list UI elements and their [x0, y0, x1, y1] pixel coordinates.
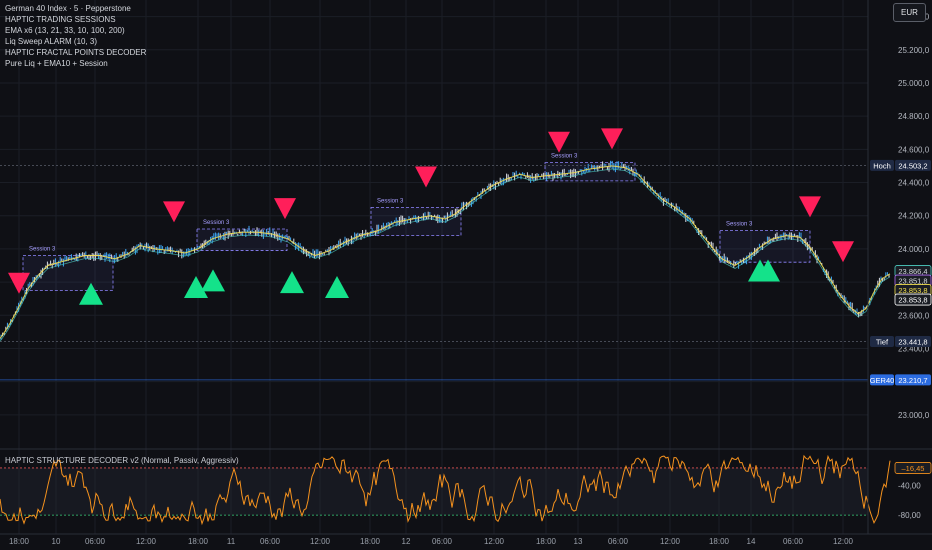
session-label: Session 3 [203, 220, 230, 226]
x-tick-label: 18:00 [360, 537, 381, 546]
price-tag-value: 23.441,8 [898, 338, 927, 347]
x-tick-label: 06:00 [432, 537, 453, 546]
price-tag-value: 24.503,2 [898, 161, 927, 170]
x-tick-label: 18:00 [9, 537, 30, 546]
y-tick-label: 25.000,0 [898, 79, 930, 88]
indicator-liq-sweep[interactable]: Liq Sweep ALARM (10, 3) [5, 36, 146, 47]
x-tick-label: 14 [747, 537, 756, 546]
symbol-title[interactable]: German 40 Index · 5 · Pepperstone [5, 3, 146, 14]
price-chart[interactable]: 18:00 10 06:00 12:00 18:00 11 06:00 12:00 18:00 1… [0, 0, 932, 550]
y-tick-label: 24.800,0 [898, 112, 930, 121]
indicator-sessions[interactable]: HAPTIC TRADING SESSIONS [5, 14, 146, 25]
osc-value-tag: –16,45 [902, 464, 925, 473]
x-tick-label: 11 [227, 537, 236, 546]
osc-tick-label: -40,00 [898, 481, 921, 490]
price-tag-label: GER40 [870, 376, 895, 385]
price-tag-value: 23.210,7 [898, 376, 927, 385]
x-tick-label: 06:00 [783, 537, 804, 546]
price-tag-value: 23.853,8 [898, 296, 927, 305]
x-tick-label: 18:00 [709, 537, 730, 546]
x-tick-label: 10 [52, 537, 61, 546]
y-tick-label: 23.600,0 [898, 311, 930, 320]
y-tick-label: 23.000,0 [898, 411, 930, 420]
x-tick-label: 12:00 [660, 537, 681, 546]
x-tick-label: 18:00 [536, 537, 557, 546]
oscillator-band [0, 467, 868, 516]
indicator-pure-liq[interactable]: Pure Liq + EMA10 + Session [5, 58, 146, 69]
x-tick-label: 12:00 [310, 537, 331, 546]
session-label: Session 3 [377, 198, 404, 204]
y-tick-label: 24.600,0 [898, 145, 930, 154]
x-tick-label: 12:00 [833, 537, 854, 546]
x-tick-label: 12 [402, 537, 411, 546]
x-tick-label: 06:00 [608, 537, 629, 546]
session-label: Session 3 [726, 222, 753, 228]
x-tick-label: 13 [574, 537, 583, 546]
x-tick-label: 06:00 [85, 537, 106, 546]
price-tag-label: Tief [876, 338, 889, 347]
oscillator-title[interactable]: HAPTIC STRUCTURE DECODER v2 (Normal, Pas… [5, 456, 239, 465]
y-tick-label: 24.400,0 [898, 179, 930, 188]
x-tick-label: 18:00 [188, 537, 209, 546]
session-label: Session 3 [551, 154, 578, 160]
session-label: Session 3 [29, 247, 56, 253]
indicator-ema[interactable]: EMA x6 (13, 21, 33, 10, 100, 200) [5, 25, 146, 36]
y-tick-label: 24.000,0 [898, 245, 930, 254]
y-tick-label: 24.200,0 [898, 212, 930, 221]
price-tag-label: Hoch [873, 161, 891, 170]
indicator-legend: German 40 Index · 5 · Pepperstone HAPTIC… [5, 3, 146, 69]
x-tick-label: 06:00 [260, 537, 281, 546]
currency-button[interactable]: EUR [893, 3, 926, 22]
x-tick-label: 12:00 [484, 537, 505, 546]
x-tick-label: 12:00 [136, 537, 157, 546]
y-tick-label: 25.200,0 [898, 46, 930, 55]
osc-tick-label: -80,00 [898, 511, 921, 520]
indicator-fractal[interactable]: HAPTIC FRACTAL POINTS DECODER [5, 47, 146, 58]
